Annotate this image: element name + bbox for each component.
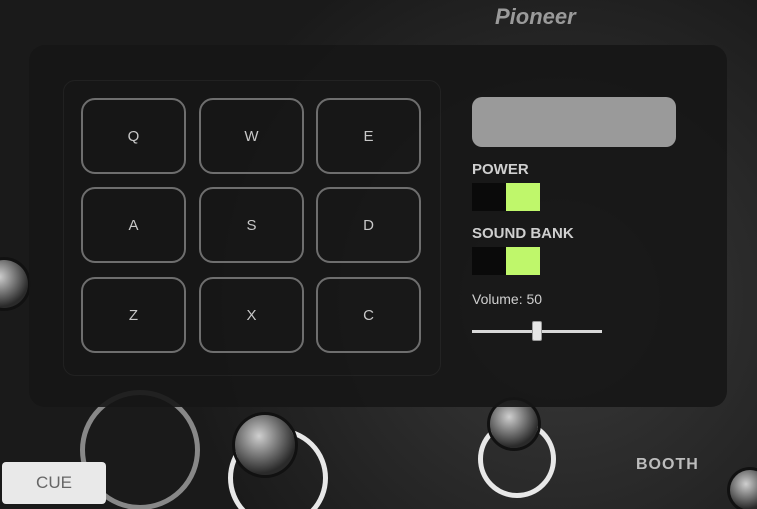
sound-bank-toggle[interactable] bbox=[472, 247, 540, 275]
brand-logo: Pioneer bbox=[495, 4, 576, 29]
drum-pad-c[interactable]: C bbox=[316, 277, 421, 353]
drum-pad-a[interactable]: A bbox=[81, 187, 186, 263]
power-toggle[interactable] bbox=[472, 183, 540, 211]
volume-slider-thumb[interactable] bbox=[532, 321, 542, 341]
sound-display bbox=[472, 97, 676, 147]
drum-machine: Q W E A S D Z X C POWER SOUND BANK Volum… bbox=[29, 45, 727, 407]
cue-button-bg: CUE bbox=[2, 462, 106, 504]
volume-slider[interactable] bbox=[472, 319, 602, 345]
booth-label: BOOTH bbox=[636, 456, 699, 473]
volume-label: Volume: 50 bbox=[472, 291, 543, 307]
knob bbox=[0, 260, 28, 308]
knob bbox=[730, 470, 757, 509]
drum-pad-z[interactable]: Z bbox=[81, 277, 186, 353]
drum-pad-w[interactable]: W bbox=[199, 98, 304, 174]
pad-panel: Q W E A S D Z X C bbox=[63, 80, 441, 376]
controls-panel: POWER SOUND BANK Volume: 50 bbox=[472, 97, 682, 345]
drum-pad-q[interactable]: Q bbox=[81, 98, 186, 174]
drum-pad-s[interactable]: S bbox=[199, 187, 304, 263]
knob bbox=[235, 415, 295, 475]
drum-pad-x[interactable]: X bbox=[199, 277, 304, 353]
knob bbox=[490, 400, 538, 448]
drum-pad-d[interactable]: D bbox=[316, 187, 421, 263]
power-toggle-knob bbox=[506, 183, 540, 211]
drum-pad-e[interactable]: E bbox=[316, 98, 421, 174]
power-label: POWER bbox=[472, 161, 529, 178]
sound-bank-toggle-knob bbox=[506, 247, 540, 275]
sound-bank-label: SOUND BANK bbox=[472, 225, 574, 242]
